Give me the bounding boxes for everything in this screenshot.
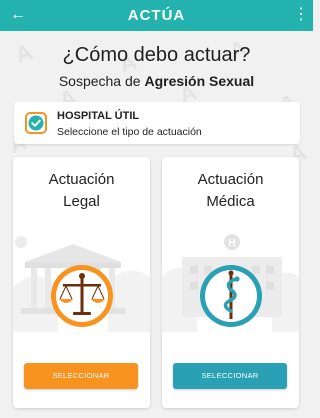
scales-of-justice-icon <box>51 265 113 327</box>
app-bar: ← ACTÚA ⋮ <box>0 0 313 31</box>
hospital-name: HOSPITAL ÚTIL <box>57 110 140 122</box>
back-arrow-icon[interactable]: ← <box>8 5 28 25</box>
option-title-line1: Actuación <box>197 171 264 188</box>
hospital-check-icon <box>25 112 47 134</box>
app-title: ACTÚA <box>127 7 186 24</box>
page-heading: ¿Cómo debo actuar? <box>62 44 251 66</box>
select-legal-button[interactable]: SELECCIONAR <box>24 363 138 389</box>
hospital-card: HOSPITAL ÚTIL Seleccione el tipo de actu… <box>14 102 300 144</box>
option-card-legal[interactable]: Actuación Legal SELECCIONAR <box>13 157 150 408</box>
option-title-medical: Actuación Médica <box>162 169 299 213</box>
option-title-line1: Actuación <box>48 171 115 188</box>
option-title-line2: Legal <box>63 193 100 210</box>
svg-text:H: H <box>228 238 235 249</box>
subheading-case-type: Agresión Sexual <box>144 73 255 89</box>
caduceus-icon <box>200 265 262 327</box>
select-medical-button[interactable]: SELECCIONAR <box>173 363 287 389</box>
option-title-line2: Médica <box>206 193 255 210</box>
option-card-medical[interactable]: Actuación Médica H SELECCIONAR <box>162 157 299 408</box>
hospital-instruction: Seleccione el tipo de actuación <box>57 126 202 138</box>
subheading-prefix: Sospecha de <box>58 73 145 89</box>
overflow-menu-icon[interactable]: ⋮ <box>293 5 309 25</box>
page-subheading: Sospecha de Agresión Sexual <box>0 73 313 89</box>
option-title-legal: Actuación Legal <box>13 169 150 213</box>
